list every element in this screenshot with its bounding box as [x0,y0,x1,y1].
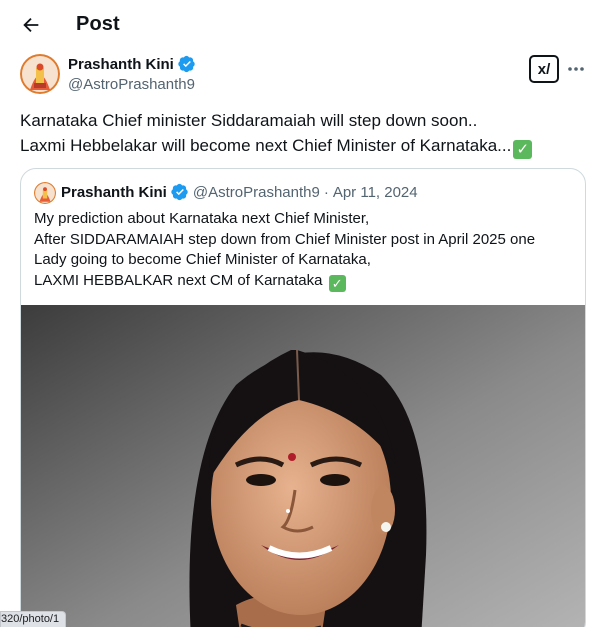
quoted-post-date: Apr 11, 2024 [332,183,418,201]
quoted-author-handle: @AstroPrashanth9 [192,183,320,201]
quoted-post-meta: Prashanth Kini @AstroPrashanth9 · Apr 11… [61,183,418,201]
quoted-text-line: My prediction about Karnataka next Chief… [34,210,370,227]
quoted-author-name: Prashanth Kini [61,183,167,201]
post-text-line-row: Laxmi Hebbelakar will become next Chief … [20,133,580,159]
avatar-image [20,54,60,94]
quoted-text-line: Lady going to become Chief Minister of K… [34,251,371,268]
portrait-photo [21,305,585,627]
post-text: Karnataka Chief minister Siddaramaiah wi… [20,108,580,159]
quoted-text-line: LAXMI HEBBALKAR next CM of Karnataka [34,271,323,289]
quoted-post-photo[interactable] [21,305,585,627]
avatar[interactable] [20,54,60,94]
quoted-avatar [34,182,56,204]
post-text-line: Laxmi Hebbelakar will become next Chief … [20,136,512,155]
post-page: Post Prashanth Kini @AstroPrashanth9 x/ … [0,0,599,627]
grok-icon: x/ [537,60,551,78]
post-text-line: Karnataka Chief minister Siddaramaiah wi… [20,111,478,130]
meta-separator: · [323,183,329,201]
more-options-icon[interactable] [566,60,586,78]
check-mark-emoji-icon: ✓ [513,140,533,159]
quoted-text-line-row: LAXMI HEBBALKAR next CM of Karnataka ✓ [34,271,574,292]
quoted-text-line: After SIDDARAMAIAH step down from Chief … [34,230,536,248]
check-mark-emoji-icon: ✓ [328,274,346,292]
verified-badge-icon [171,183,188,201]
status-url-bar: 320/photo/1 [0,611,67,627]
quoted-post-text: My prediction about Karnataka next Chief… [34,209,574,292]
quoted-avatar-image [34,182,56,204]
author-handle[interactable]: @AstroPrashanth9 [68,76,195,93]
arrow-left-icon[interactable] [20,14,42,36]
quoted-post[interactable]: Prashanth Kini @AstroPrashanth9 · Apr 11… [20,168,586,627]
top-bar: Post [0,0,599,52]
author-name-row: Prashanth Kini [68,55,196,73]
verified-badge-icon [178,55,195,73]
page-title: Post [76,13,120,35]
author-name[interactable]: Prashanth Kini [68,56,174,73]
grok-button[interactable]: x/ [529,55,559,83]
